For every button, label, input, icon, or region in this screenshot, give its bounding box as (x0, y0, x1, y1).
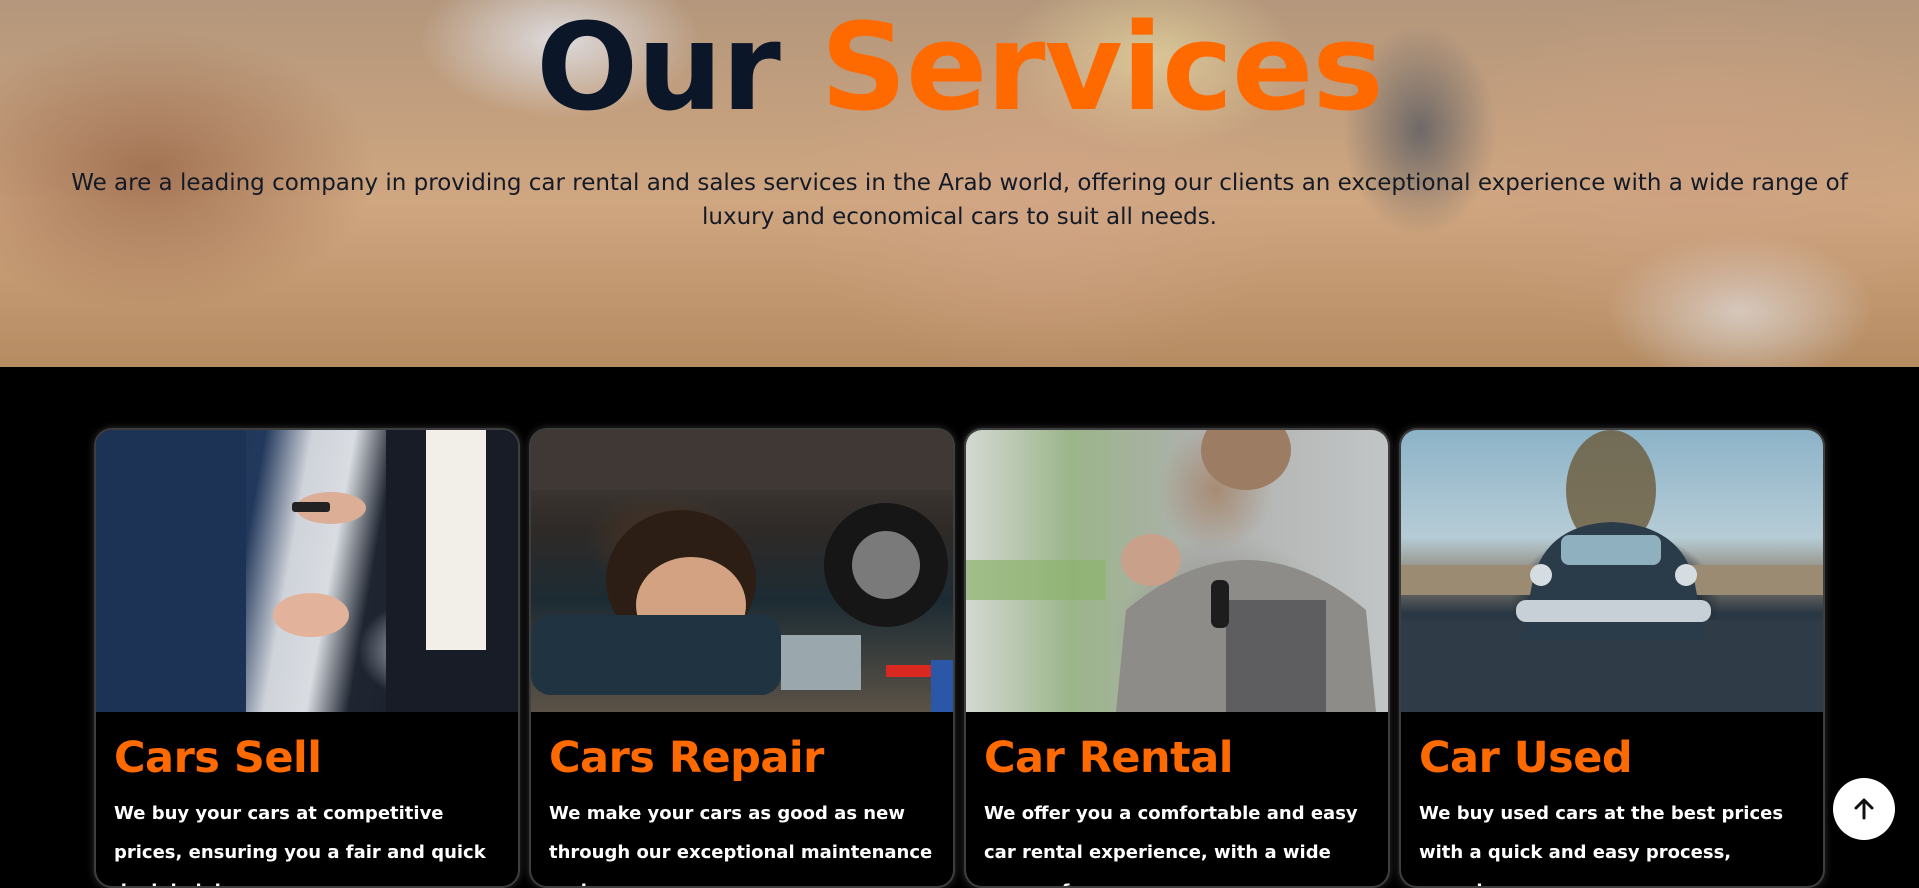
service-card-car-used[interactable]: Car Used We buy used cars at the best pr… (1399, 428, 1825, 888)
service-card-image-cars-sell (96, 430, 518, 712)
service-card-title: Cars Sell (114, 733, 322, 783)
service-card-image-car-used (1401, 430, 1823, 712)
service-card-image-car-rental (966, 430, 1388, 712)
service-card-title: Cars Repair (549, 733, 824, 783)
service-card-text: We offer you a comfortable and easy car … (984, 803, 1358, 886)
services-section: Cars Sell We buy your cars at competitiv… (0, 367, 1919, 888)
scroll-to-top-button[interactable] (1833, 778, 1895, 840)
hero-section: Our Services We are a leading company in… (0, 0, 1919, 367)
page-title: Our Services (0, 4, 1919, 134)
hero-description: We are a leading company in providing ca… (71, 170, 1848, 230)
title-word-our: Our (536, 0, 781, 138)
service-card-cars-sell[interactable]: Cars Sell We buy your cars at competitiv… (94, 428, 520, 888)
handshake-illustration (96, 430, 518, 712)
service-card-image-cars-repair (531, 430, 953, 712)
service-card-text: We buy your cars at competitive prices, … (114, 803, 486, 886)
service-card-text: We buy used cars at the best prices with… (1419, 803, 1784, 886)
keys-illustration (966, 430, 1376, 712)
vintage-car-illustration (1401, 430, 1823, 712)
service-card-title: Car Rental (984, 733, 1233, 783)
service-card-text: We make your cars as good as new through… (549, 803, 933, 886)
mechanic-illustration (531, 430, 953, 712)
title-word-services: Services (820, 0, 1384, 138)
arrow-up-icon (1854, 798, 1874, 820)
service-card-cars-repair[interactable]: Cars Repair We make your cars as good as… (529, 428, 955, 888)
service-card-title: Car Used (1419, 733, 1633, 783)
service-card-car-rental[interactable]: Car Rental We offer you a comfortable an… (964, 428, 1390, 888)
